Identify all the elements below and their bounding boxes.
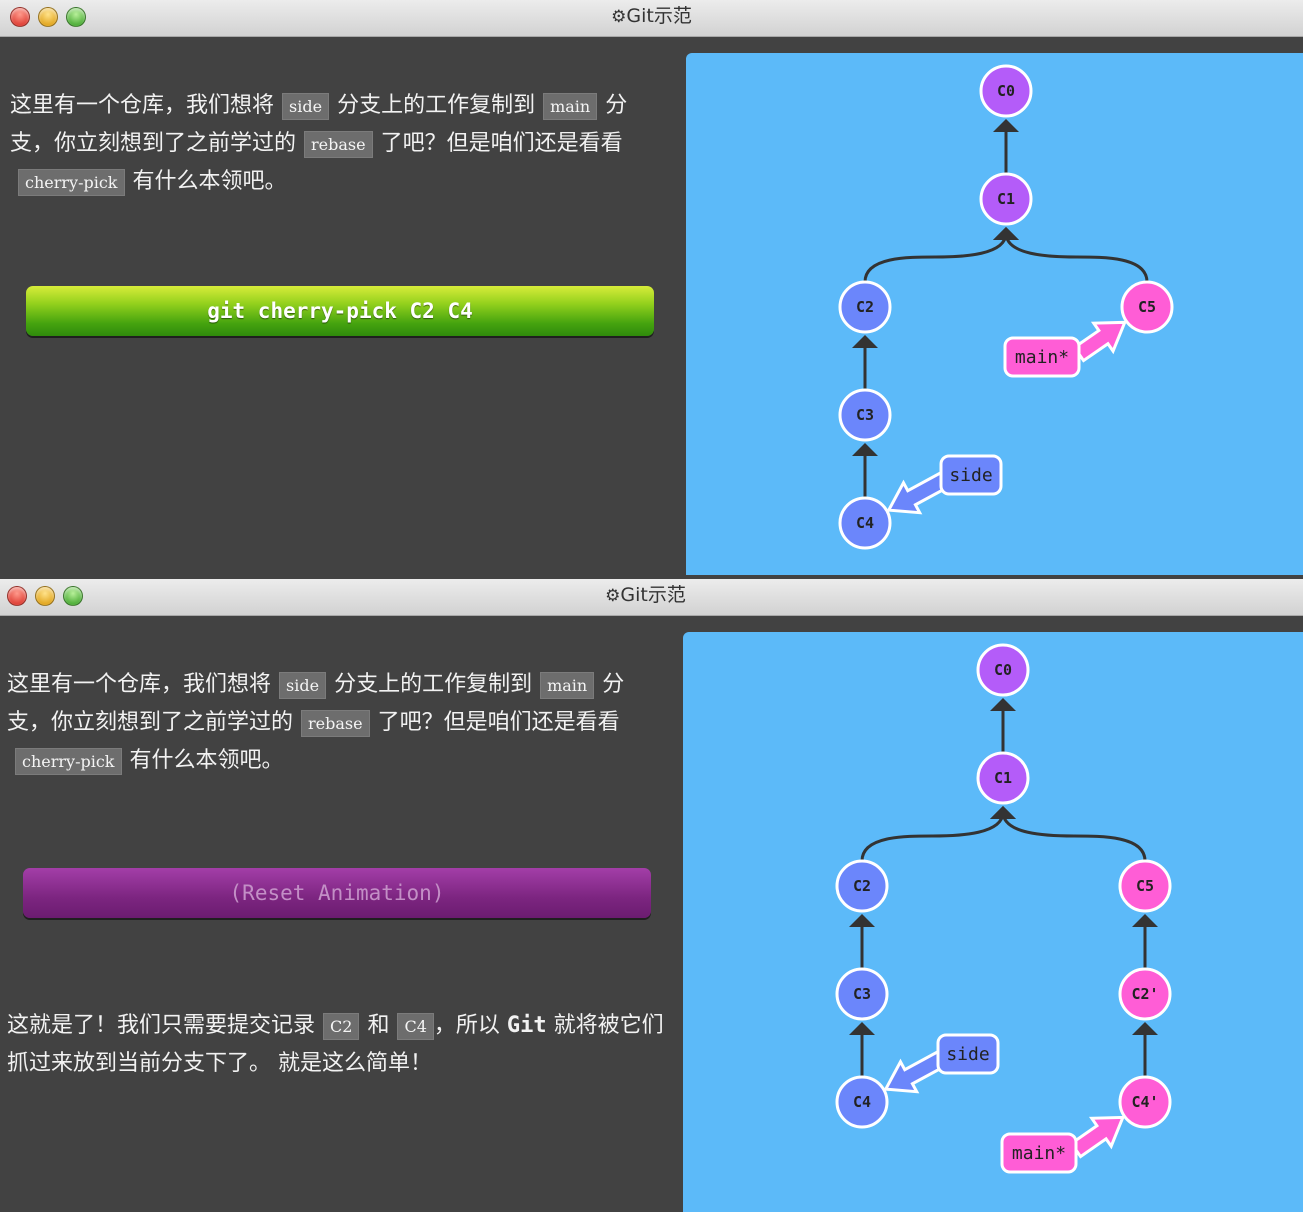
- outro-paragraph: 这就是了！我们只需要提交记录 C2 和 C4 ，所以 Git 就将被它们抓过来放到当前分…: [7, 1007, 667, 1082]
- window-title-text: Git示范: [620, 584, 686, 606]
- intro-text: 了吧？但是咱们还是看看: [380, 131, 623, 156]
- branch-label-text: side: [949, 465, 992, 486]
- git-graph-before: C0 C1 C2 C3 C4 C5 main* side: [838, 64, 1174, 550]
- gear-icon: ⚙: [605, 586, 621, 606]
- branch-label-text: main*: [1015, 347, 1069, 368]
- branch-label-main[interactable]: main*: [1003, 336, 1081, 378]
- edge-arrowhead: [993, 227, 1019, 240]
- branch-label-main[interactable]: main*: [1000, 1132, 1078, 1174]
- code-side: side: [282, 93, 330, 120]
- commit-edge: [1004, 232, 1149, 283]
- commit-label: C4: [853, 1093, 871, 1111]
- code-c2: C2: [323, 1013, 360, 1040]
- intro-text: 分支上的工作复制到: [334, 672, 533, 697]
- branch-label-text: main*: [1012, 1143, 1066, 1164]
- instructions-panel: 这里有一个仓库，我们想将 side 分支上的工作复制到 main 分支，你立刻想到了之前…: [0, 616, 677, 1212]
- commit-node-c2-prime[interactable]: C2': [1118, 967, 1172, 1021]
- branch-label-side[interactable]: side: [936, 1033, 1000, 1075]
- code-rebase: rebase: [304, 131, 373, 158]
- edge-arrowhead: [849, 914, 875, 927]
- code-side: side: [279, 672, 327, 699]
- edge-arrowhead: [849, 1022, 875, 1035]
- instructions-panel: 这里有一个仓库，我们想将 side 分支上的工作复制到 main 分支，你立刻想到了之前…: [0, 37, 680, 575]
- edge-arrowhead: [990, 698, 1016, 711]
- intro-text: 这里有一个仓库，我们想将: [10, 93, 275, 118]
- commit-node-c0[interactable]: C0: [979, 64, 1033, 118]
- intro-text: 分支上的工作复制到: [337, 93, 536, 118]
- branch-label-side[interactable]: side: [939, 454, 1003, 496]
- title-bar[interactable]: ⚙Git示范: [0, 0, 1303, 37]
- commit-label: C5: [1136, 877, 1154, 895]
- outro-text: 这就是了！我们只需要提交记录: [7, 1013, 316, 1038]
- commit-label: C0: [994, 661, 1012, 679]
- edge-arrowhead: [990, 806, 1016, 819]
- commit-node-c3[interactable]: C3: [835, 967, 889, 1021]
- commit-label: C3: [853, 985, 871, 1003]
- commit-label: C4': [1131, 1093, 1158, 1111]
- code-cherry-pick: cherry-pick: [15, 748, 122, 775]
- git-graph-after: C0 C1 C2 C3 C4 C5 C2' C4' main* side: [835, 643, 1172, 1174]
- outro-text: 和: [367, 1013, 390, 1038]
- intro-text: 有什么本领吧。: [129, 748, 284, 773]
- commit-node-c1[interactable]: C1: [979, 172, 1033, 226]
- outro-git-emphasis: Git: [506, 1013, 547, 1038]
- code-main: main: [540, 672, 595, 699]
- code-cherry-pick: cherry-pick: [18, 169, 125, 196]
- commit-node-c3[interactable]: C3: [838, 388, 892, 442]
- git-visualization: C0 C1 C2 C3 C4 C5 C2' C4' main* side: [683, 632, 1303, 1212]
- commit-node-c0[interactable]: C0: [976, 643, 1030, 697]
- commit-label: C1: [997, 190, 1015, 208]
- code-rebase: rebase: [301, 710, 370, 737]
- edge-arrowhead: [852, 335, 878, 348]
- commit-node-c5[interactable]: C5: [1118, 859, 1172, 913]
- commit-node-c1[interactable]: C1: [976, 751, 1030, 805]
- commit-label: C2': [1131, 985, 1158, 1003]
- commit-node-c2[interactable]: C2: [835, 859, 889, 913]
- commit-node-c5[interactable]: C5: [1120, 280, 1174, 334]
- commit-label: C3: [856, 406, 874, 424]
- commit-label: C2: [853, 877, 871, 895]
- edge-arrowhead: [1132, 914, 1158, 927]
- commit-label: C0: [997, 82, 1015, 100]
- title-bar[interactable]: ⚙Git示范: [0, 579, 1303, 616]
- branch-label-text: side: [946, 1044, 989, 1065]
- commit-edge: [863, 232, 1008, 283]
- commit-label: C4: [856, 514, 874, 532]
- code-main: main: [543, 93, 598, 120]
- edge-arrowhead: [852, 443, 878, 456]
- window-after: ⚙Git示范 这里有一个仓库，我们想将 side 分支上的工作复制到 main 分支，你…: [0, 579, 1303, 1212]
- outro-text: ，所以: [433, 1013, 500, 1038]
- intro-text: 了吧？但是咱们还是看看: [377, 710, 620, 735]
- intro-text: 有什么本领吧。: [132, 169, 287, 194]
- code-c4: C4: [397, 1013, 434, 1040]
- edge-arrowhead: [1132, 1022, 1158, 1035]
- commit-label: C2: [856, 298, 874, 316]
- intro-paragraph: 这里有一个仓库，我们想将 side 分支上的工作复制到 main 分支，你立刻想到了之前…: [10, 87, 670, 201]
- commit-label: C1: [994, 769, 1012, 787]
- commit-node-c4[interactable]: C4: [835, 1075, 889, 1129]
- gear-icon: ⚙: [611, 7, 627, 27]
- edge-arrowhead: [993, 119, 1019, 132]
- window-before: ⚙Git示范 这里有一个仓库，我们想将 side 分支上的工作复制到 main 分支，你…: [0, 0, 1303, 575]
- window-title: ⚙Git示范: [0, 579, 1297, 613]
- window-title: ⚙Git示范: [0, 0, 1303, 34]
- intro-paragraph: 这里有一个仓库，我们想将 side 分支上的工作复制到 main 分支，你立刻想到了之前…: [7, 666, 667, 780]
- git-visualization: C0 C1 C2 C3 C4 C5 main* side: [686, 53, 1303, 575]
- commit-node-c2[interactable]: C2: [838, 280, 892, 334]
- commit-edge: [1001, 811, 1147, 862]
- commit-label: C5: [1138, 298, 1156, 316]
- window-title-text: Git示范: [626, 5, 692, 27]
- commit-node-c4-prime[interactable]: C4': [1118, 1075, 1172, 1129]
- reset-animation-button[interactable]: (Reset Animation): [23, 868, 651, 918]
- commit-edge: [860, 811, 1005, 862]
- commit-node-c4[interactable]: C4: [838, 496, 892, 550]
- intro-text: 这里有一个仓库，我们想将: [7, 672, 272, 697]
- run-command-button[interactable]: git cherry-pick C2 C4: [26, 286, 654, 336]
